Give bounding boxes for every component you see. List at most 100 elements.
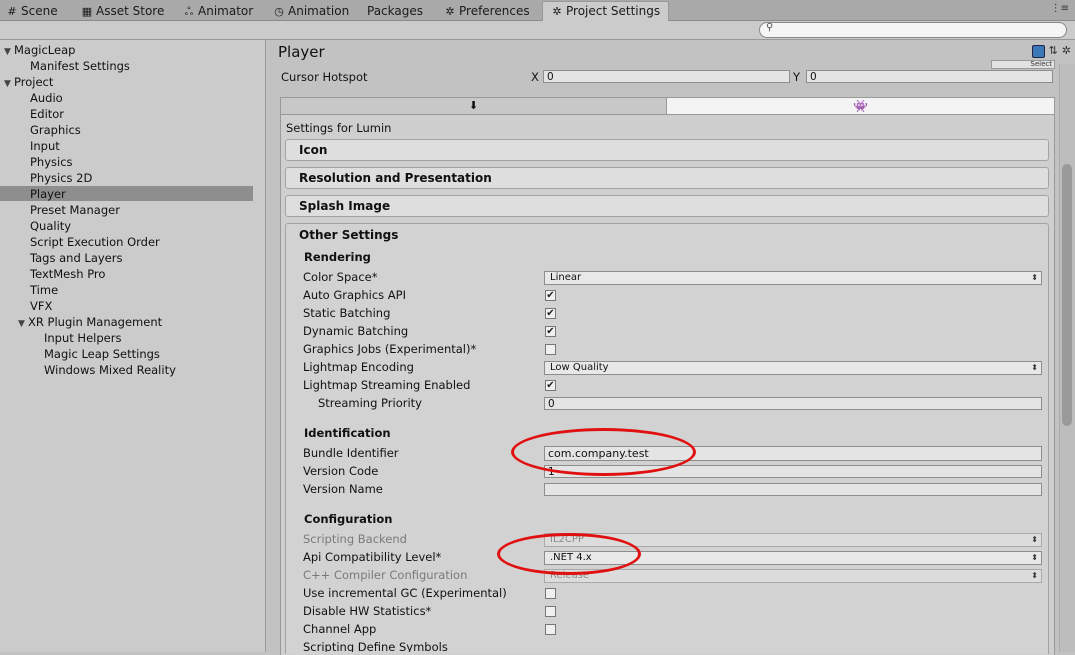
tree-item-magic-leap-settings[interactable]: Magic Leap Settings bbox=[44, 346, 160, 362]
clock-icon: ◷ bbox=[274, 5, 284, 18]
tab-label: Asset Store bbox=[96, 4, 165, 18]
section-label: Icon bbox=[299, 143, 328, 157]
color-space-label: Color Space* bbox=[303, 270, 378, 284]
color-space-dropdown[interactable]: Linear ⬍ bbox=[544, 271, 1042, 285]
expand-arrow-icon[interactable]: ▼ bbox=[4, 76, 14, 92]
tree-item-magicleap[interactable]: ▼ MagicLeap bbox=[4, 42, 75, 58]
tree-label: MagicLeap bbox=[14, 43, 76, 57]
version-name-label: Version Name bbox=[303, 482, 383, 496]
cursor-y-label: Y bbox=[793, 70, 801, 84]
lightmap-encoding-label: Lightmap Encoding bbox=[303, 360, 414, 374]
platform-tab-standalone[interactable]: ⬇ bbox=[280, 97, 667, 115]
animator-icon: ஃ bbox=[184, 5, 194, 18]
section-icon[interactable]: Icon bbox=[285, 139, 1049, 161]
dropdown-caret-icon: ⬍ bbox=[1031, 571, 1038, 580]
section-splash-image[interactable]: Splash Image bbox=[285, 195, 1049, 217]
tab-project-settings[interactable]: ✲ Project Settings bbox=[542, 1, 670, 21]
dropdown-value: Low Quality bbox=[550, 362, 609, 373]
tab-label: Project Settings bbox=[566, 4, 661, 18]
platform-tab-lumin[interactable]: 👾 bbox=[666, 97, 1055, 115]
version-name-field[interactable] bbox=[544, 483, 1042, 496]
cursor-y-field[interactable]: 0 bbox=[806, 70, 1053, 83]
tab-asset-store[interactable]: ▦ Asset Store bbox=[81, 2, 165, 20]
lightmap-streaming-label: Lightmap Streaming Enabled bbox=[303, 378, 471, 392]
dynamic-batching-checkbox[interactable]: ✔ bbox=[545, 326, 556, 337]
expand-arrow-icon[interactable]: ▼ bbox=[18, 316, 28, 332]
dynamic-batching-label: Dynamic Batching bbox=[303, 324, 409, 338]
gear-icon[interactable]: ✲ bbox=[1062, 44, 1071, 57]
tree-item-physics[interactable]: Physics bbox=[30, 154, 73, 170]
streaming-priority-field[interactable]: 0 bbox=[544, 397, 1042, 410]
cursor-x-label: X bbox=[531, 70, 539, 84]
disable-hw-statistics-checkbox[interactable] bbox=[545, 606, 556, 617]
scrollbar[interactable] bbox=[1059, 64, 1075, 652]
gear-icon: ✲ bbox=[552, 5, 562, 18]
tree-item-time[interactable]: Time bbox=[30, 282, 58, 298]
tab-label: Animator bbox=[198, 4, 254, 18]
auto-graphics-api-checkbox[interactable]: ✔ bbox=[545, 290, 556, 301]
tree-item-physics-2d[interactable]: Physics 2D bbox=[30, 170, 92, 186]
select-button[interactable]: Select bbox=[991, 60, 1055, 69]
settings-category-tree: ▼ MagicLeap Manifest Settings ▼ Project Au… bbox=[0, 40, 266, 652]
lightmap-encoding-dropdown[interactable]: Low Quality ⬍ bbox=[544, 361, 1042, 375]
tree-item-manifest-settings[interactable]: Manifest Settings bbox=[30, 58, 130, 74]
configuration-heading: Configuration bbox=[304, 512, 393, 526]
lightmap-streaming-checkbox[interactable]: ✔ bbox=[545, 380, 556, 391]
tree-item-player[interactable]: Player bbox=[30, 186, 66, 202]
tree-item-preset-manager[interactable]: Preset Manager bbox=[30, 202, 120, 218]
editor-tab-bar: # Scene ▦ Asset Store ஃ Animator ◷ Animation… bbox=[0, 0, 1075, 21]
tree-item-textmesh-pro[interactable]: TextMesh Pro bbox=[30, 266, 105, 282]
bundle-identifier-annotation bbox=[511, 428, 696, 476]
tree-item-input[interactable]: Input bbox=[30, 138, 60, 154]
tree-label: Project bbox=[14, 75, 54, 89]
tab-menu-icon[interactable]: ⋮≡ bbox=[1051, 3, 1069, 14]
tab-packages[interactable]: Packages bbox=[367, 2, 423, 20]
scrollbar-thumb[interactable] bbox=[1062, 164, 1072, 426]
dropdown-value: Linear bbox=[550, 272, 582, 283]
cpp-compiler-configuration-label: C++ Compiler Configuration bbox=[303, 568, 468, 582]
graphics-jobs-label: Graphics Jobs (Experimental)* bbox=[303, 342, 477, 356]
static-batching-checkbox[interactable]: ✔ bbox=[545, 308, 556, 319]
tab-animation[interactable]: ◷ Animation bbox=[273, 2, 349, 20]
scene-icon: # bbox=[7, 5, 17, 18]
help-icon[interactable] bbox=[1031, 44, 1045, 58]
graphics-jobs-checkbox[interactable] bbox=[545, 344, 556, 355]
settings-for-label: Settings for Lumin bbox=[286, 121, 392, 135]
tree-item-vfx[interactable]: VFX bbox=[30, 298, 52, 314]
tree-item-script-execution-order[interactable]: Script Execution Order bbox=[30, 234, 160, 250]
tab-preferences[interactable]: ✲ Preferences bbox=[444, 2, 529, 20]
lumin-icon: 👾 bbox=[853, 99, 868, 113]
tree-item-input-helpers[interactable]: Input Helpers bbox=[44, 330, 121, 346]
scripting-define-symbols-label: Scripting Define Symbols bbox=[303, 640, 448, 652]
channel-app-checkbox[interactable] bbox=[545, 624, 556, 635]
other-settings-heading[interactable]: Other Settings bbox=[299, 227, 398, 243]
incremental-gc-checkbox[interactable] bbox=[545, 588, 556, 599]
gear-icon: ✲ bbox=[445, 5, 455, 18]
expand-arrow-icon[interactable]: ▼ bbox=[4, 44, 14, 60]
tab-scene[interactable]: # Scene bbox=[6, 2, 57, 20]
tree-item-audio[interactable]: Audio bbox=[30, 90, 63, 106]
tab-animator[interactable]: ஃ Animator bbox=[183, 2, 254, 20]
cursor-x-field[interactable]: 0 bbox=[543, 70, 790, 83]
tree-item-graphics[interactable]: Graphics bbox=[30, 122, 81, 138]
tree-item-project[interactable]: ▼ Project bbox=[4, 74, 53, 90]
tree-item-xr-plugin-management[interactable]: ▼ XR Plugin Management bbox=[18, 314, 162, 330]
search-input[interactable]: ⚲ bbox=[759, 22, 1067, 38]
search-row: ⚲ bbox=[0, 21, 1075, 40]
tree-item-windows-mixed-reality[interactable]: Windows Mixed Reality bbox=[44, 362, 176, 378]
cursor-hotspot-label: Cursor Hotspot bbox=[281, 70, 368, 84]
version-code-label: Version Code bbox=[303, 464, 379, 478]
tree-item-tags-and-layers[interactable]: Tags and Layers bbox=[30, 250, 122, 266]
tree-item-quality[interactable]: Quality bbox=[30, 218, 71, 234]
section-resolution-and-presentation[interactable]: Resolution and Presentation bbox=[285, 167, 1049, 189]
api-level-annotation bbox=[497, 533, 641, 575]
auto-graphics-api-label: Auto Graphics API bbox=[303, 288, 406, 302]
dropdown-caret-icon: ⬍ bbox=[1031, 535, 1038, 544]
disable-hw-statistics-label: Disable HW Statistics* bbox=[303, 604, 432, 618]
tree-item-editor[interactable]: Editor bbox=[30, 106, 64, 122]
streaming-priority-label: Streaming Priority bbox=[318, 396, 422, 410]
tab-label: Animation bbox=[288, 4, 350, 18]
asset-store-icon: ▦ bbox=[81, 5, 93, 18]
search-icon: ⚲ bbox=[766, 22, 774, 33]
preset-sliders-icon[interactable]: ⇅ bbox=[1049, 44, 1058, 57]
